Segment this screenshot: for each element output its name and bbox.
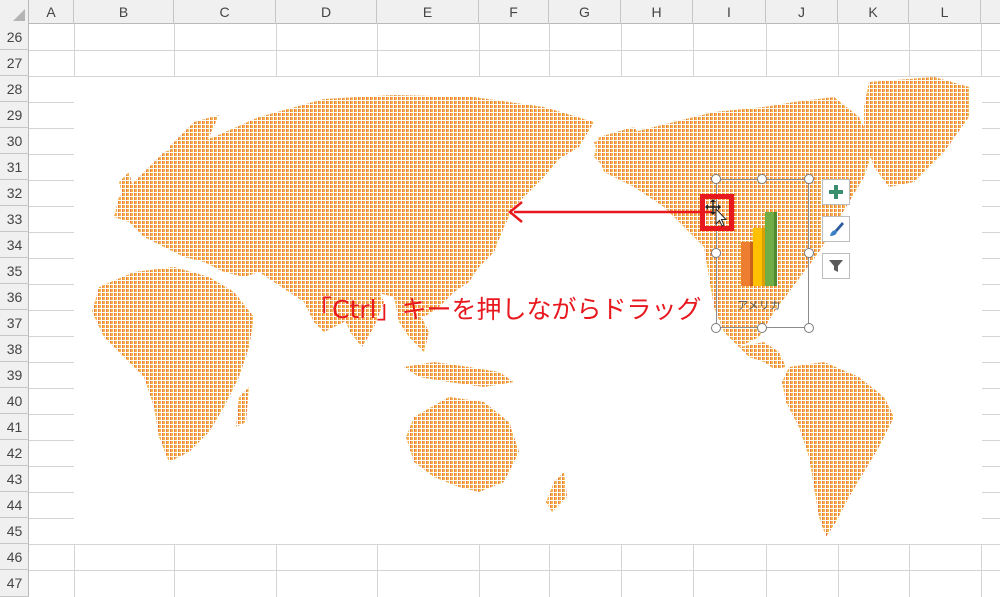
- row-header[interactable]: 31: [0, 154, 29, 180]
- column-header[interactable]: E: [377, 0, 479, 24]
- row-header[interactable]: 36: [0, 284, 29, 310]
- move-cursor-icon: [705, 199, 728, 227]
- row-header[interactable]: 28: [0, 76, 29, 102]
- resize-handle-left[interactable]: [711, 248, 721, 258]
- resize-handle-right[interactable]: [804, 248, 814, 258]
- resize-handle-bottom[interactable]: [757, 323, 767, 333]
- column-header[interactable]: B: [74, 0, 174, 24]
- drag-arrow: [508, 201, 712, 223]
- row-header-bar: 26 27 28 29 30 31 32 33 34 35 36 37 38 3…: [0, 24, 29, 597]
- row-header[interactable]: 29: [0, 102, 29, 128]
- brush-icon: [830, 222, 844, 236]
- row-header[interactable]: 30: [0, 128, 29, 154]
- row-header[interactable]: 37: [0, 310, 29, 336]
- row-header[interactable]: 40: [0, 388, 29, 414]
- spreadsheet: アメリカ 「Ctrl」キーを押しながらドラッグ A B C D E F G H: [0, 0, 1000, 597]
- row-header[interactable]: 33: [0, 206, 29, 232]
- row-header[interactable]: 35: [0, 258, 29, 284]
- filter-icon: [829, 260, 843, 272]
- column-header[interactable]: G: [549, 0, 621, 24]
- plus-icon: [829, 185, 843, 199]
- column-header[interactable]: A: [29, 0, 74, 24]
- chart-elements-button[interactable]: [822, 179, 850, 205]
- row-header[interactable]: 32: [0, 180, 29, 206]
- chart-styles-button[interactable]: [822, 216, 850, 242]
- chart-label: アメリカ: [737, 300, 781, 312]
- chart-filters-button[interactable]: [822, 253, 850, 279]
- row-header[interactable]: 44: [0, 492, 29, 518]
- column-header[interactable]: J: [766, 0, 838, 24]
- resize-handle-tr[interactable]: [804, 174, 814, 184]
- row-header[interactable]: 47: [0, 570, 29, 597]
- bar-chart-icon: [741, 212, 777, 286]
- row-header[interactable]: 27: [0, 50, 29, 76]
- column-header[interactable]: I: [693, 0, 766, 24]
- column-header[interactable]: K: [838, 0, 909, 24]
- resize-handle-bl[interactable]: [711, 323, 721, 333]
- select-all-triangle-icon: [13, 9, 25, 21]
- row-header[interactable]: 45: [0, 518, 29, 544]
- column-header[interactable]: D: [276, 0, 377, 24]
- row-header[interactable]: 26: [0, 24, 29, 50]
- row-header[interactable]: 34: [0, 232, 29, 258]
- column-header[interactable]: F: [479, 0, 549, 24]
- row-header[interactable]: 42: [0, 440, 29, 466]
- column-header-bar: A B C D E F G H I J K L: [0, 0, 1000, 24]
- resize-handle-top[interactable]: [757, 174, 767, 184]
- row-header[interactable]: 39: [0, 362, 29, 388]
- select-all-corner[interactable]: [0, 0, 29, 24]
- drag-instruction-text: 「Ctrl」キーを押しながらドラッグ: [307, 295, 702, 324]
- column-header[interactable]: L: [909, 0, 981, 24]
- column-header[interactable]: H: [621, 0, 693, 24]
- row-header[interactable]: 38: [0, 336, 29, 362]
- resize-handle-tl[interactable]: [711, 174, 721, 184]
- row-header[interactable]: 43: [0, 466, 29, 492]
- row-header[interactable]: 46: [0, 544, 29, 570]
- column-header[interactable]: C: [174, 0, 276, 24]
- row-header[interactable]: 41: [0, 414, 29, 440]
- resize-handle-br[interactable]: [804, 323, 814, 333]
